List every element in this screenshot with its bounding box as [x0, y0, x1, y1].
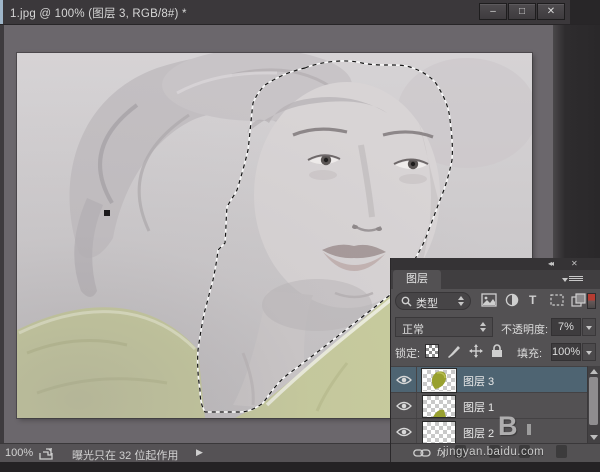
- lock-label: 锁定:: [395, 345, 420, 361]
- window-left-border: [0, 25, 4, 443]
- scroll-up-icon[interactable]: [590, 369, 598, 374]
- watermark-chip: [556, 445, 567, 458]
- export-icon[interactable]: [39, 447, 55, 460]
- smart-object-filter-icon[interactable]: [571, 293, 586, 307]
- scrollbar-thumb[interactable]: [589, 377, 598, 425]
- layer-name[interactable]: 图层 1: [463, 399, 494, 415]
- fill-value-field[interactable]: 100%: [551, 343, 581, 361]
- fill-dropdown-button[interactable]: [582, 343, 596, 361]
- status-message: 曝光只在 32 位起作用: [72, 447, 178, 463]
- opacity-value: 7%: [558, 321, 574, 333]
- watermark-logo: B: [498, 411, 518, 442]
- sample-point-marker: [104, 210, 110, 216]
- maximize-button[interactable]: □: [508, 3, 536, 20]
- layer-list-scrollbar[interactable]: [587, 366, 600, 443]
- pixel-layer-filter-icon[interactable]: [481, 293, 497, 307]
- filter-type-dropdown[interactable]: 类型: [395, 292, 471, 310]
- blend-mode-value: 正常: [402, 321, 424, 337]
- minimize-button[interactable]: –: [479, 3, 507, 20]
- opacity-label: 不透明度:: [501, 321, 548, 337]
- titlebar-spacer: [570, 0, 600, 24]
- layer-list: 图层 3 图层 1: [391, 366, 600, 444]
- lock-all-padlock-icon[interactable]: [491, 344, 503, 358]
- filter-toggle-switch[interactable]: [587, 293, 596, 309]
- eye-icon: [396, 427, 412, 437]
- collapse-panel-icon[interactable]: ◂◂: [548, 259, 552, 269]
- layer-row-3[interactable]: 图层 3: [391, 367, 587, 393]
- blend-mode-dropdown[interactable]: 正常: [395, 317, 493, 337]
- document-title: 1.jpg @ 100% (图层 3, RGB/8#) *: [10, 5, 187, 21]
- close-button[interactable]: ✕: [537, 3, 565, 20]
- opacity-dropdown-button[interactable]: [582, 318, 596, 336]
- panel-tab-row: 图层: [391, 270, 600, 289]
- link-layers-icon[interactable]: [413, 449, 431, 457]
- blend-mode-row: 正常 不透明度: 7%: [391, 317, 600, 339]
- visibility-toggle[interactable]: [391, 419, 417, 444]
- filter-type-label: 类型: [416, 295, 438, 311]
- fill-label: 填充:: [517, 345, 542, 361]
- watermark-logo-mark: [527, 424, 531, 435]
- type-layer-filter-icon[interactable]: T: [529, 293, 536, 307]
- layer-name[interactable]: 图层 3: [463, 373, 494, 389]
- shape-layer-filter-icon[interactable]: [549, 293, 565, 307]
- lock-position-move-icon[interactable]: [469, 344, 483, 358]
- watermark-text: jingyan.baidu.com: [443, 446, 544, 458]
- eye-icon: [396, 401, 412, 411]
- window-edge-accent: [0, 0, 3, 24]
- eye-icon: [396, 375, 412, 385]
- layer-row-1[interactable]: 图层 1: [391, 393, 587, 419]
- visibility-toggle[interactable]: [391, 393, 417, 418]
- tab-layers[interactable]: 图层: [393, 270, 441, 289]
- dropdown-updown-icon: [480, 321, 487, 333]
- lock-transparent-pixels-icon[interactable]: [425, 344, 439, 358]
- visibility-toggle[interactable]: [391, 367, 417, 392]
- lock-row: 锁定: 填充: 100%: [391, 342, 600, 364]
- layer-thumbnail[interactable]: [422, 395, 456, 418]
- layer-row-2[interactable]: 图层 2: [391, 419, 587, 445]
- zoom-level[interactable]: 100%: [5, 447, 33, 459]
- status-expand-icon[interactable]: ▶: [196, 447, 203, 458]
- layer-filter-row: 类型 T: [391, 291, 600, 313]
- panel-menu-icon[interactable]: [569, 275, 583, 284]
- window-bottom-edge: [0, 462, 600, 472]
- scroll-down-icon[interactable]: [590, 435, 598, 440]
- lock-image-pixels-brush-icon[interactable]: [447, 344, 461, 358]
- fill-value: 100%: [552, 346, 580, 358]
- dropdown-updown-icon: [458, 295, 465, 307]
- adjustment-layer-filter-icon[interactable]: [505, 293, 519, 307]
- opacity-value-field[interactable]: 7%: [551, 318, 581, 336]
- close-panel-icon[interactable]: ✕: [571, 259, 578, 269]
- layer-name[interactable]: 图层 2: [463, 425, 494, 441]
- layer-thumbnail[interactable]: [422, 369, 456, 392]
- status-bar: 100% 曝光只在 32 位起作用 ▶: [0, 443, 390, 463]
- search-icon: [401, 296, 412, 307]
- document-title-bar[interactable]: 1.jpg @ 100% (图层 3, RGB/8#) * – □ ✕: [0, 0, 600, 25]
- layers-panel[interactable]: ◂◂ ✕ 图层 类型 T: [390, 258, 600, 462]
- layer-thumbnail[interactable]: [422, 421, 456, 444]
